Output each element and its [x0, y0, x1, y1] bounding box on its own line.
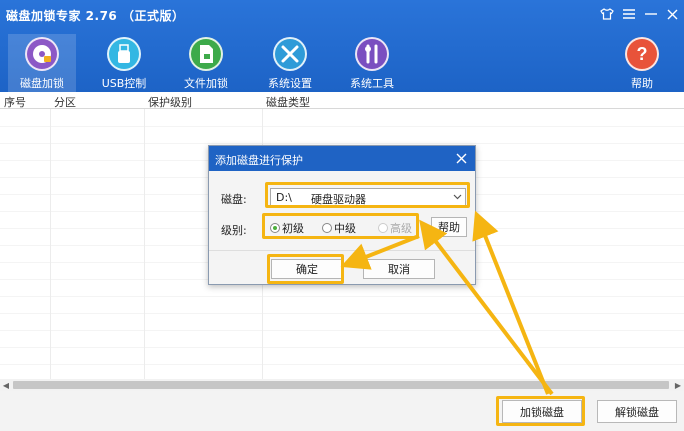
- minimize-icon: [645, 13, 657, 15]
- svg-text:?: ?: [637, 44, 648, 64]
- menu-button[interactable]: [620, 5, 638, 23]
- radio-label: 高级: [390, 222, 412, 235]
- file-lock-icon: [189, 37, 223, 71]
- radio-dot: [270, 223, 280, 233]
- disk-drive-value: D:\: [276, 191, 292, 204]
- disk-lock-icon: [25, 37, 59, 71]
- app-header: 磁盘加锁专家 2.76 （正式版） 磁盘加锁 USB控制 文件加锁 系统设置 系…: [0, 0, 684, 92]
- tshirt-icon: [600, 8, 614, 20]
- toolbar-help[interactable]: ? 帮助: [608, 34, 676, 92]
- settings-tools-icon: [273, 37, 307, 71]
- footer-bar: 加锁磁盘 解锁磁盘: [0, 391, 684, 431]
- disk-label: 磁盘:: [221, 193, 247, 206]
- level-radio-medium[interactable]: 中级: [322, 221, 356, 235]
- radio-label: 初级: [282, 222, 304, 235]
- toolbar-label: 帮助: [631, 77, 653, 90]
- level-label: 级别:: [221, 224, 247, 237]
- radio-dot: [378, 223, 388, 233]
- chevron-down-icon: [453, 190, 462, 207]
- close-icon: [667, 9, 677, 19]
- level-radio-basic[interactable]: 初级: [270, 221, 304, 235]
- toolbar-usb-control[interactable]: USB控制: [90, 34, 158, 92]
- dialog-title: 添加磁盘进行保护: [215, 154, 303, 167]
- window-title: 磁盘加锁专家 2.76 （正式版）: [6, 9, 185, 23]
- column-header-partition[interactable]: 分区: [54, 94, 76, 110]
- level-radio-advanced: 高级: [378, 221, 412, 235]
- table-header: 序号 分区 保护级别 磁盘类型: [0, 92, 684, 109]
- usb-icon: [107, 37, 141, 71]
- toolbar-label: 系统工具: [350, 77, 394, 90]
- column-header-disk-type[interactable]: 磁盘类型: [266, 94, 310, 110]
- column-divider: [144, 92, 145, 379]
- toolbar-label: 文件加锁: [184, 77, 228, 90]
- window-close-button[interactable]: [663, 5, 681, 23]
- radio-dot: [322, 223, 332, 233]
- horizontal-scrollbar[interactable]: ◀ ▶: [0, 379, 684, 391]
- toolbar-system-tools[interactable]: 系统工具: [338, 34, 406, 92]
- column-header-index[interactable]: 序号: [4, 94, 26, 110]
- scroll-right-icon[interactable]: ▶: [672, 379, 684, 391]
- disk-type-value: 硬盘驱动器: [311, 193, 366, 206]
- toolbar-disk-lock[interactable]: 磁盘加锁: [8, 34, 76, 92]
- dialog-titlebar: 添加磁盘进行保护: [209, 146, 475, 171]
- help-icon: ?: [625, 37, 659, 71]
- dialog-close-button[interactable]: [453, 150, 469, 166]
- menu-icon: [623, 9, 635, 19]
- toolbar-system-settings[interactable]: 系统设置: [256, 34, 324, 92]
- lock-disk-button[interactable]: 加锁磁盘: [502, 400, 582, 423]
- cancel-button[interactable]: 取消: [363, 259, 435, 279]
- column-divider: [50, 92, 51, 379]
- minimize-button[interactable]: [642, 5, 660, 23]
- toolbar-label: 系统设置: [268, 77, 312, 90]
- skin-button[interactable]: [598, 5, 616, 23]
- system-tools-icon: [355, 37, 389, 71]
- toolbar-label: 磁盘加锁: [20, 77, 64, 90]
- toolbar-label: USB控制: [101, 77, 147, 90]
- column-header-level[interactable]: 保护级别: [148, 94, 192, 110]
- add-disk-dialog: 添加磁盘进行保护 磁盘: D:\ 硬盘驱动器 级别: 初级 中级 高级 帮助 确…: [208, 145, 476, 285]
- help-button[interactable]: 帮助: [431, 217, 467, 237]
- disk-select[interactable]: D:\ 硬盘驱动器: [270, 188, 466, 206]
- close-icon: [456, 153, 466, 163]
- scroll-left-icon[interactable]: ◀: [0, 379, 12, 391]
- scrollbar-thumb[interactable]: [13, 381, 669, 389]
- dialog-separator: [209, 250, 475, 251]
- ok-button[interactable]: 确定: [271, 259, 343, 279]
- unlock-disk-button[interactable]: 解锁磁盘: [597, 400, 677, 423]
- radio-label: 中级: [334, 222, 356, 235]
- toolbar-file-lock[interactable]: 文件加锁: [172, 34, 240, 92]
